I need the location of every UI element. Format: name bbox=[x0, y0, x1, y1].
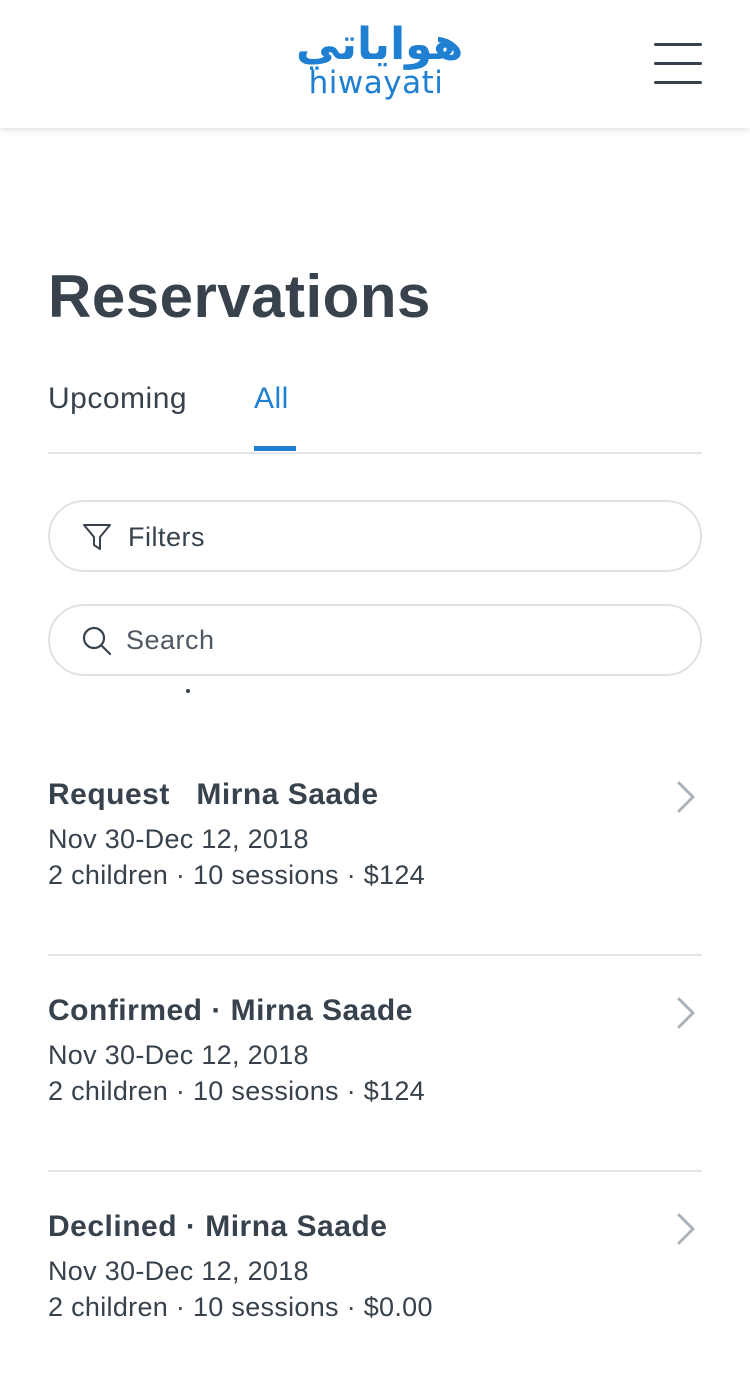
chevron-right-icon bbox=[677, 997, 695, 1029]
page-title: Reservations bbox=[48, 263, 431, 330]
reservation-title: Declined · Mirna Saade bbox=[48, 1210, 388, 1243]
search-input[interactable] bbox=[126, 616, 666, 664]
chevron-right-icon bbox=[677, 1213, 695, 1245]
reservation-list: Request Mirna Saade Nov 30-Dec 12, 2018 … bbox=[48, 740, 702, 1388]
search-field[interactable] bbox=[48, 604, 702, 676]
tab-all[interactable]: All bbox=[254, 382, 289, 416]
reservation-dates: Nov 30-Dec 12, 2018 bbox=[48, 1040, 309, 1070]
reservation-tabs: Upcoming All bbox=[48, 370, 702, 454]
tab-upcoming[interactable]: Upcoming bbox=[48, 382, 187, 416]
app-header: هواياتي hiwayati bbox=[0, 0, 750, 128]
reservation-dates: Nov 30-Dec 12, 2018 bbox=[48, 824, 309, 854]
search-icon bbox=[82, 626, 112, 656]
reservation-title: Confirmed · Mirna Saade bbox=[48, 994, 413, 1027]
hamburger-menu-icon[interactable] bbox=[654, 43, 702, 85]
logo-arabic-text: هواياتي bbox=[296, 19, 464, 70]
reservation-item[interactable]: Confirmed · Mirna Saade Nov 30-Dec 12, 2… bbox=[48, 956, 702, 1172]
reservation-summary: 2 children · 10 sessions · $124 bbox=[48, 860, 426, 890]
filter-funnel-icon bbox=[83, 524, 111, 550]
reservation-title: Request Mirna Saade bbox=[48, 778, 379, 811]
active-tab-indicator bbox=[254, 446, 296, 451]
reservation-summary: 2 children · 10 sessions · $124 bbox=[48, 1076, 426, 1106]
hiwayati-logo[interactable]: هواياتي hiwayati bbox=[296, 19, 464, 116]
filters-button[interactable]: Filters bbox=[48, 500, 702, 572]
logo-latin-text: hiwayati bbox=[308, 65, 444, 101]
reservation-item[interactable]: Declined · Mirna Saade Nov 30-Dec 12, 20… bbox=[48, 1172, 702, 1388]
reservation-item[interactable]: Request Mirna Saade Nov 30-Dec 12, 2018 … bbox=[48, 740, 702, 956]
reservation-dates: Nov 30-Dec 12, 2018 bbox=[48, 1256, 309, 1286]
chevron-right-icon bbox=[677, 781, 695, 813]
loading-dot bbox=[186, 689, 190, 693]
reservation-summary: 2 children · 10 sessions · $0.00 bbox=[48, 1292, 433, 1322]
filters-label: Filters bbox=[128, 522, 205, 552]
